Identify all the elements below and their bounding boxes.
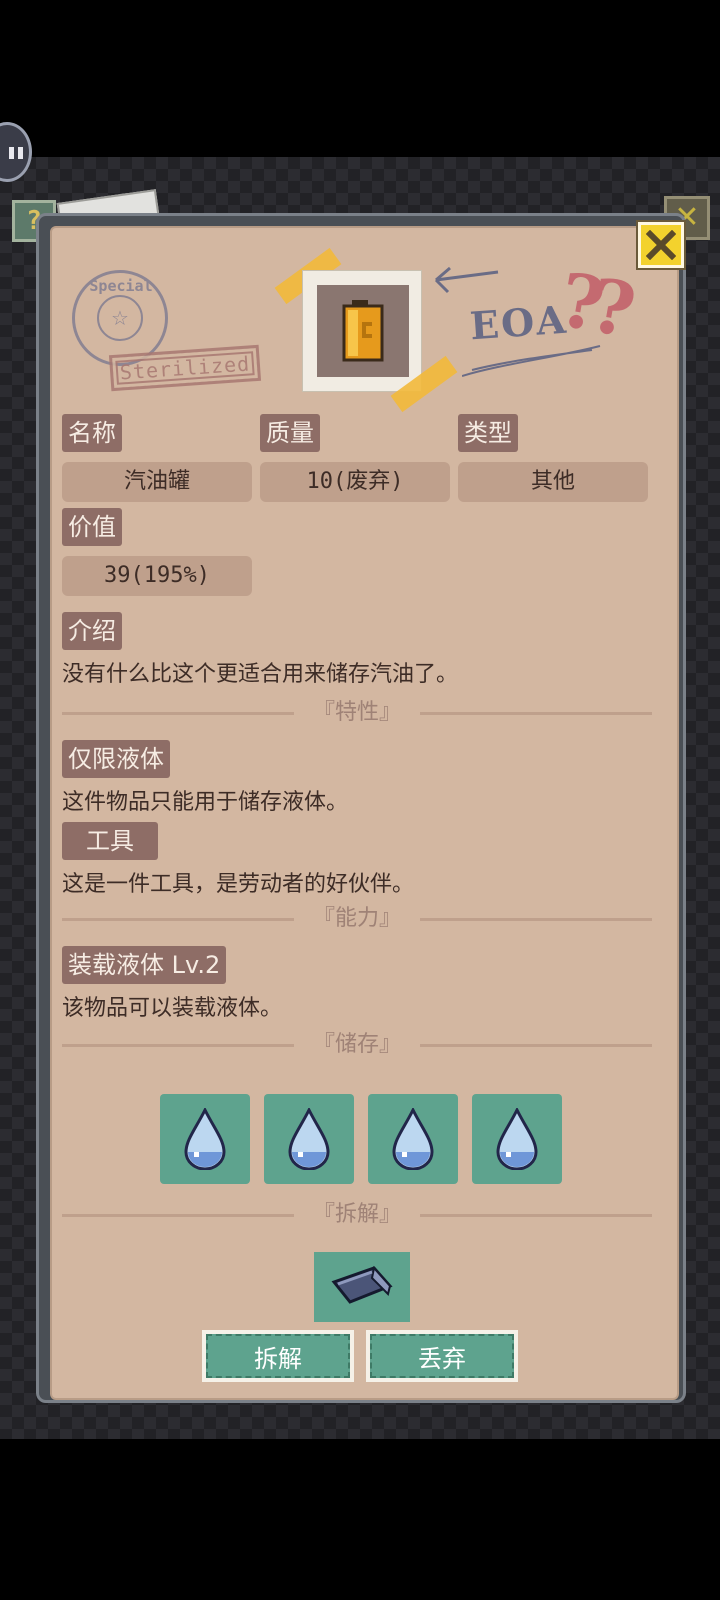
ability-label: 装载液体 Lv.2 xyxy=(62,946,227,984)
storage-title: 『储存』 xyxy=(312,1032,401,1057)
discard-button-label: 丢弃 xyxy=(370,1334,514,1378)
value-label: 价值 xyxy=(62,508,122,546)
water-drop-icon xyxy=(496,1108,538,1170)
storage-slot[interactable] xyxy=(472,1094,562,1184)
item-photo xyxy=(302,270,422,392)
close-x-icon xyxy=(646,230,676,260)
traits-divider: 『特性』 xyxy=(62,698,652,728)
trait-label: 工具 xyxy=(62,822,158,860)
dismantle-divider: 『拆解』 xyxy=(62,1200,652,1230)
dismantle-button[interactable]: 拆解 xyxy=(202,1330,354,1382)
traits-title: 『特性』 xyxy=(312,700,401,725)
metal-pipe-icon xyxy=(331,1265,393,1304)
dismantle-title: 『拆解』 xyxy=(312,1202,401,1227)
arrow-doodle-icon xyxy=(434,266,499,294)
intro-text: 没有什么比这个更适合用来储存汽油了。 xyxy=(62,662,459,687)
storage-slot[interactable] xyxy=(160,1094,250,1184)
trait-desc: 这是一件工具，是劳动者的好伙伴。 xyxy=(62,872,415,897)
dismantle-result-slot[interactable] xyxy=(314,1252,410,1322)
star-icon: ☆ xyxy=(97,295,143,341)
name-value: 汽油罐 xyxy=(62,462,252,502)
trait-desc: 这件物品只能用于储存液体。 xyxy=(62,790,349,815)
storage-slot[interactable] xyxy=(264,1094,354,1184)
gas-can-icon xyxy=(342,300,384,362)
discard-button[interactable]: 丢弃 xyxy=(366,1330,518,1382)
water-drop-icon xyxy=(184,1108,226,1170)
intro-label: 介绍 xyxy=(62,612,122,650)
type-label: 类型 xyxy=(458,414,518,452)
ability-desc: 该物品可以装载液体。 xyxy=(62,996,283,1021)
water-drop-icon xyxy=(288,1108,330,1170)
storage-slot[interactable] xyxy=(368,1094,458,1184)
item-photo-background xyxy=(317,285,409,377)
water-drop-icon xyxy=(392,1108,434,1170)
abilities-divider: 『能力』 xyxy=(62,904,652,934)
quality-value: 10(废弃) xyxy=(260,462,450,502)
value-value: 39(195%) xyxy=(62,556,252,596)
dismantle-button-label: 拆解 xyxy=(206,1334,350,1378)
type-value: 其他 xyxy=(458,462,648,502)
trait-label: 仅限液体 xyxy=(62,740,170,778)
quality-label: 质量 xyxy=(260,414,320,452)
name-label: 名称 xyxy=(62,414,122,452)
stamp-ring-text: Special xyxy=(89,277,153,295)
abilities-title: 『能力』 xyxy=(312,906,401,931)
storage-divider: 『储存』 xyxy=(62,1030,652,1060)
scribble-doodle xyxy=(462,345,601,377)
close-button[interactable] xyxy=(638,222,684,268)
